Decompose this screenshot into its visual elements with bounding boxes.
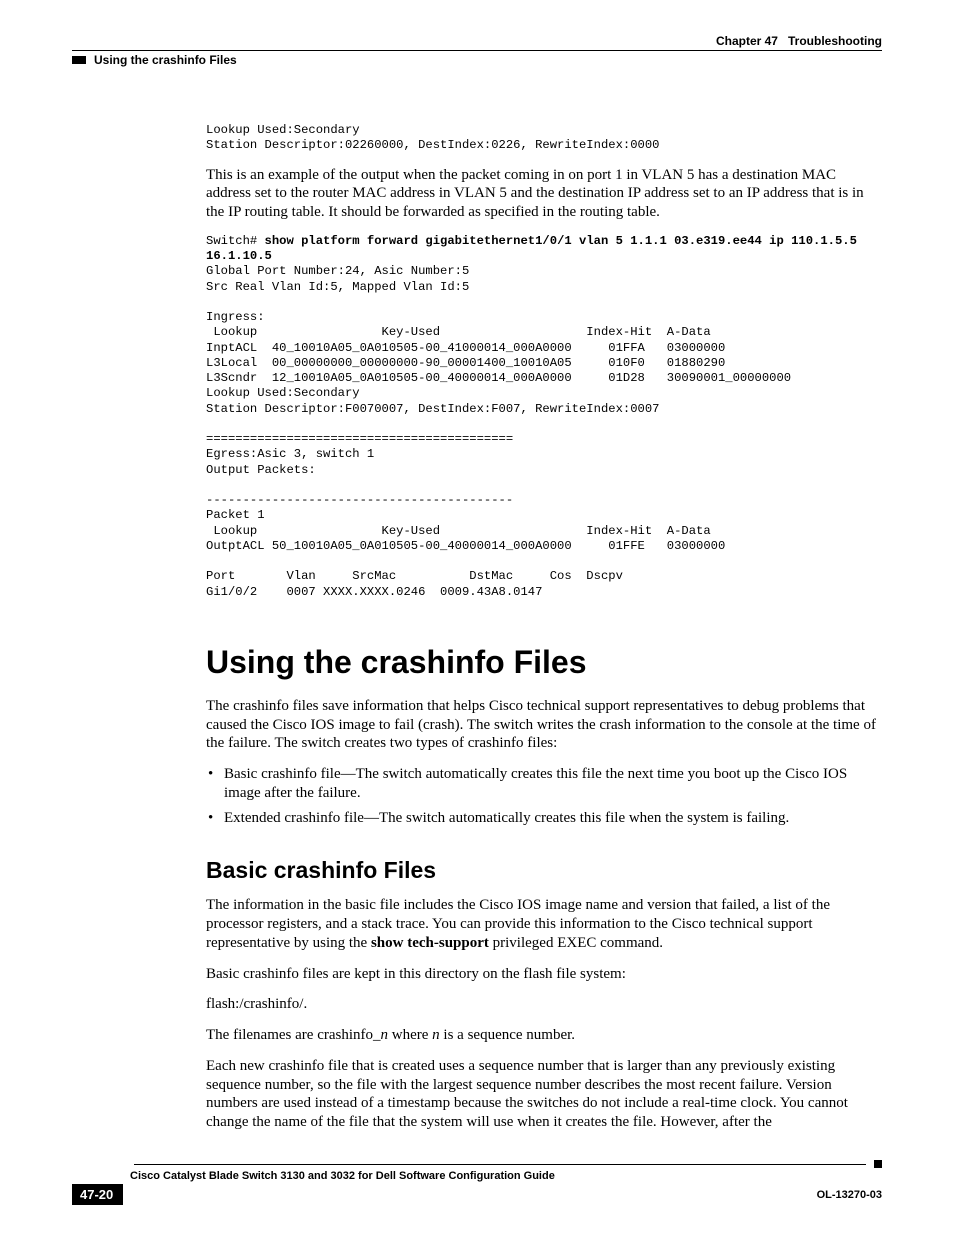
footer-marker-icon bbox=[874, 1160, 882, 1168]
paragraph-basic-1: The information in the basic file includ… bbox=[206, 896, 882, 952]
document-id: OL-13270-03 bbox=[817, 1189, 882, 1201]
chapter-title: Troubleshooting bbox=[788, 34, 882, 48]
cmd-line-2: 16.1.10.5 bbox=[206, 249, 272, 263]
text-run: where bbox=[388, 1027, 432, 1043]
command-show-tech-support: show tech-support bbox=[371, 935, 489, 951]
cmd-line-1: show platform forward gigabitethernet1/0… bbox=[265, 234, 857, 248]
paragraph-basic-3: flash:/crashinfo/. bbox=[206, 995, 882, 1014]
chapter-number: Chapter 47 bbox=[716, 34, 778, 48]
page-header: Chapter 47 Troubleshooting bbox=[72, 34, 882, 48]
code-block-2: Switch# show platform forward gigabiteth… bbox=[206, 234, 882, 600]
paragraph-basic-4: The filenames are crashinfo_n where n is… bbox=[206, 1026, 882, 1045]
text-run: privileged EXEC command. bbox=[489, 935, 663, 951]
subsection-heading-basic: Basic crashinfo Files bbox=[206, 857, 882, 884]
cmd-output: Global Port Number:24, Asic Number:5 Src… bbox=[206, 264, 791, 598]
section-heading-crashinfo: Using the crashinfo Files bbox=[206, 644, 882, 681]
paragraph-basic-2: Basic crashinfo files are kept in this d… bbox=[206, 965, 882, 984]
header-rule bbox=[72, 50, 882, 51]
page-number-badge: 47-20 bbox=[72, 1184, 123, 1205]
crashinfo-types-list: Basic crashinfo file—The switch automati… bbox=[206, 765, 882, 827]
cmd-prompt: Switch# bbox=[206, 234, 265, 248]
page-footer: Cisco Catalyst Blade Switch 3130 and 303… bbox=[72, 1160, 882, 1205]
text-run: The filenames are crashinfo_ bbox=[206, 1027, 381, 1043]
list-item: Basic crashinfo file—The switch automati… bbox=[224, 765, 882, 803]
variable-n: n bbox=[381, 1027, 389, 1043]
running-head-row: Using the crashinfo Files bbox=[72, 53, 882, 67]
variable-n: n bbox=[432, 1027, 440, 1043]
list-item: Extended crashinfo file—The switch autom… bbox=[224, 809, 882, 828]
paragraph-basic-5: Each new crashinfo file that is created … bbox=[206, 1057, 882, 1132]
paragraph-intro: This is an example of the output when th… bbox=[206, 166, 882, 222]
footer-rule bbox=[134, 1164, 866, 1165]
header-marker-icon bbox=[72, 56, 86, 64]
text-run: is a sequence number. bbox=[440, 1027, 575, 1043]
code-block-1: Lookup Used:Secondary Station Descriptor… bbox=[206, 123, 882, 154]
book-title: Cisco Catalyst Blade Switch 3130 and 303… bbox=[130, 1170, 882, 1182]
running-head: Using the crashinfo Files bbox=[94, 53, 237, 67]
chapter-label: Chapter 47 Troubleshooting bbox=[716, 34, 882, 48]
paragraph-crashinfo-intro: The crashinfo files save information tha… bbox=[206, 697, 882, 753]
